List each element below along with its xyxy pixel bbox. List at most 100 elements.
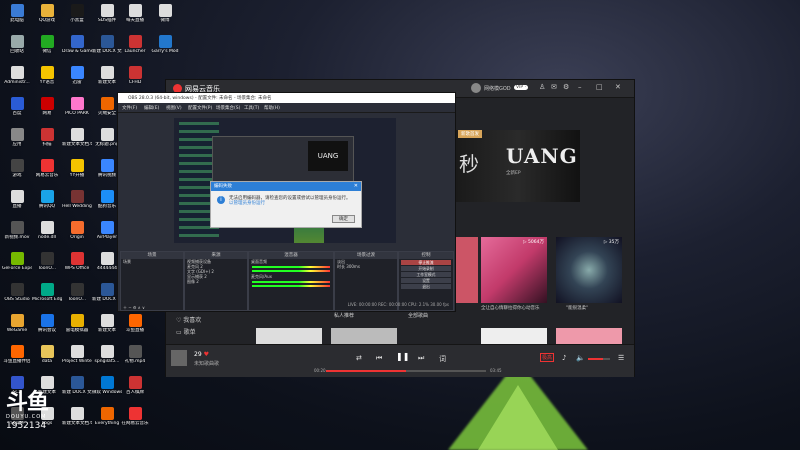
song-title[interactable]: 29 ♥ xyxy=(194,351,209,358)
desktop-icon[interactable]: QQ游戏 xyxy=(32,4,62,23)
transition-duration[interactable]: 时长 300ms xyxy=(335,264,397,269)
thumb-1[interactable] xyxy=(256,328,322,344)
desktop-icon[interactable]: 新建 DOCX 文档.docx xyxy=(62,376,92,395)
desktop-icon[interactable]: Hell Wedding xyxy=(62,190,92,209)
avatar[interactable] xyxy=(471,83,481,93)
section-all[interactable]: 全部歌曲 xyxy=(408,312,428,319)
section-private[interactable]: 私人推荐 xyxy=(334,312,354,319)
desktop-icon[interactable]: 回收站 xyxy=(2,35,32,54)
desktop-icon[interactable]: 雷电模拟器 xyxy=(62,314,92,333)
menu-item[interactable]: 文件(F) xyxy=(122,105,137,111)
quality-badge[interactable]: 极高 xyxy=(540,353,555,362)
desktop-icon[interactable]: Garry's Mod xyxy=(150,35,180,54)
mail-icon[interactable]: ✉ xyxy=(551,83,557,91)
desktop-icon[interactable]: 新建文本 xyxy=(92,314,122,333)
gear-icon[interactable]: ⚙ xyxy=(563,83,569,91)
desktop-icon[interactable]: 每天直播 xyxy=(120,4,150,23)
desktop-icon[interactable]: 在网易云音乐 xyxy=(120,407,150,426)
playlist-icon[interactable]: ☰ xyxy=(618,354,624,362)
obs-window[interactable]: OBS 28.0.3 (64-bit, windows) - 配置文件: 未命名… xyxy=(117,92,456,312)
progress-bar[interactable] xyxy=(326,370,486,372)
dialog-close-icon[interactable]: ✕ xyxy=(354,183,358,189)
album-thumb[interactable] xyxy=(171,350,187,366)
ok-button[interactable]: 确定 xyxy=(332,215,355,223)
shuffle-icon[interactable]: ⇄ xyxy=(356,354,362,362)
desktop-icon[interactable]: CFHD xyxy=(120,66,150,85)
desktop-icon[interactable]: PICO PARK xyxy=(62,97,92,116)
menu-item[interactable]: 编辑(E) xyxy=(144,105,159,111)
menu-item[interactable]: 帮助(H) xyxy=(264,105,280,111)
source-item[interactable]: 图像 2 xyxy=(185,279,247,284)
desktop-icon[interactable]: YY语音 xyxy=(32,66,62,85)
thumb-3[interactable] xyxy=(481,328,547,344)
desktop-icon[interactable]: 微博 xyxy=(150,4,180,23)
maximize-icon[interactable]: □ xyxy=(596,83,603,91)
menu-item[interactable]: 视图(V) xyxy=(166,105,182,111)
desktop-icon[interactable]: node.dll xyxy=(32,221,62,240)
desktop-icon[interactable]: Everything xyxy=(92,407,122,426)
desktop-icon[interactable]: Microsoft Edge xyxy=(32,283,62,302)
desktop-icon[interactable]: 百人棋牌 xyxy=(120,376,150,395)
desktop-icon[interactable]: 斗鱼直播伴侣 xyxy=(2,345,32,364)
desktop-icon[interactable]: 礼物.mp4 xyxy=(120,345,150,364)
desktop-icon[interactable]: WPS Office xyxy=(62,252,92,271)
lyrics-toggle[interactable]: 词 xyxy=(439,354,446,364)
desktop-icon[interactable]: Launcher xyxy=(120,35,150,54)
desktop-icon[interactable]: OBS Studio xyxy=(2,283,32,302)
desktop-icon[interactable]: 腾讯QQ xyxy=(32,190,62,209)
desktop-icon[interactable]: 斗鱼直播 xyxy=(120,314,150,333)
desktop-icon[interactable]: 新建 DOCX 文档.docx xyxy=(92,35,122,54)
desktop-icon[interactable]: 微软 Windows... xyxy=(92,376,122,395)
desktop-icon[interactable]: 扫描 xyxy=(32,128,62,147)
volume-icon[interactable]: 🔈 xyxy=(576,354,585,362)
playlist-card-1[interactable]: ▷ 5064万 xyxy=(481,237,547,303)
song-artist[interactable]: 未知歌曲歌 xyxy=(194,360,219,367)
desktop-icon[interactable]: ToonO... xyxy=(32,252,62,271)
desktop-icon[interactable]: Administr... xyxy=(2,66,32,85)
desktop-icon[interactable]: data xyxy=(32,345,62,364)
error-dialog[interactable]: 编码失败 ✕ i 无法启用编码器，请检查您的设置或尝试以管理员身份运行。 以管理… xyxy=(210,181,362,228)
desktop-icon[interactable]: 此电脑 xyxy=(2,4,32,23)
effects-icon[interactable]: ♪ xyxy=(562,354,566,362)
scene-item[interactable]: 场景 xyxy=(121,259,183,264)
desktop-icon[interactable]: 游戏 xyxy=(2,159,32,178)
card-label[interactable]: 全让自心情聊拉得你心动音乐 xyxy=(481,306,547,312)
desktop-icon[interactable]: 新视频.mov xyxy=(2,221,32,240)
desktop-icon[interactable]: 网易云音乐 xyxy=(32,159,62,178)
banner[interactable]: 新歌首发 秒 UANG 全新EP xyxy=(456,130,580,202)
playlist-card-2[interactable]: ▷ 35万 xyxy=(556,237,622,303)
thumb-4[interactable] xyxy=(556,328,622,344)
desktop-icon[interactable]: 新建文本文档.txt xyxy=(62,407,92,426)
shirt-icon[interactable]: ♙ xyxy=(539,83,545,91)
control-button[interactable]: 停止推流 xyxy=(401,260,451,265)
desktop-icon[interactable]: 网易 xyxy=(32,97,62,116)
desktop-icon[interactable]: WeGame xyxy=(2,314,32,333)
desktop-icon[interactable]: Project Winter xyxy=(62,345,92,364)
menu-item[interactable]: 场景集合(S) xyxy=(216,105,240,111)
desktop-icon[interactable]: 应用 xyxy=(2,128,32,147)
thumb-2[interactable] xyxy=(331,328,397,344)
desktop-icon[interactable]: YY开播 xyxy=(62,159,92,178)
desktop-icon[interactable]: Origin xyxy=(62,221,92,240)
vip-badge[interactable]: VIP · xyxy=(514,85,528,90)
control-button[interactable]: 开始录制 xyxy=(401,266,451,271)
desktop-icon[interactable]: 新建文本文档.txt xyxy=(62,128,92,147)
desktop-icon[interactable]: Draw & Game xyxy=(62,35,92,54)
card-label[interactable]: "能很温柔" xyxy=(566,306,632,312)
pause-button[interactable]: ❚❚ xyxy=(396,352,409,361)
prev-icon[interactable]: ⏮ xyxy=(376,354,382,363)
sidebar-item-liked[interactable]: ♡ 我喜欢 xyxy=(176,315,201,324)
desktop-icon[interactable]: 新建文本 xyxy=(92,66,122,85)
control-button[interactable]: 退出 xyxy=(401,284,451,289)
desktop-icon[interactable]: 小黑盒 xyxy=(62,4,92,23)
volume-slider[interactable] xyxy=(588,358,610,360)
dialog-link[interactable]: 以管理员身份运行 xyxy=(229,201,265,206)
control-button[interactable]: 设置 xyxy=(401,278,451,283)
control-button[interactable]: 工作室模式 xyxy=(401,272,451,277)
playlist-card-partial[interactable] xyxy=(456,237,478,303)
menu-item[interactable]: 配置文件(P) xyxy=(188,105,212,111)
close-icon[interactable]: ✕ xyxy=(615,83,621,91)
desktop-icon[interactable]: GeForce Experience xyxy=(2,252,32,271)
next-icon[interactable]: ⏭ xyxy=(418,354,424,363)
desktop-icon[interactable]: 百度 xyxy=(2,97,32,116)
